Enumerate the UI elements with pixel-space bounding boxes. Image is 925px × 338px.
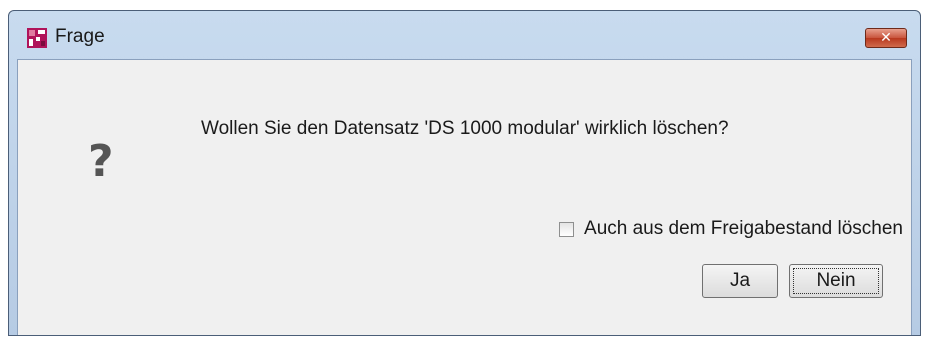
dialog-message: Wollen Sie den Datensatz 'DS 1000 modula…: [201, 118, 729, 139]
dialog-body: ? Wollen Sie den Datensatz 'DS 1000 modu…: [17, 59, 912, 335]
app-logo-icon: [27, 28, 47, 48]
window-title: Frage: [55, 26, 105, 47]
delete-from-release-option[interactable]: Auch aus dem Freigabestand löschen: [559, 218, 903, 240]
no-button[interactable]: Nein: [789, 264, 883, 298]
dialog-window: Frage ✕ ? Wollen Sie den Datensatz 'DS 1…: [8, 10, 921, 336]
focus-ring: [793, 268, 879, 294]
yes-button[interactable]: Ja: [702, 264, 778, 298]
delete-from-release-checkbox[interactable]: [559, 221, 575, 237]
title-bar[interactable]: Frage ✕: [9, 11, 920, 59]
yes-button-label: Ja: [729, 270, 751, 291]
close-icon: ✕: [880, 30, 892, 46]
close-button[interactable]: ✕: [865, 28, 907, 48]
question-icon: ?: [88, 136, 114, 187]
checkbox-label: Auch aus dem Freigabestand löschen: [584, 218, 903, 239]
